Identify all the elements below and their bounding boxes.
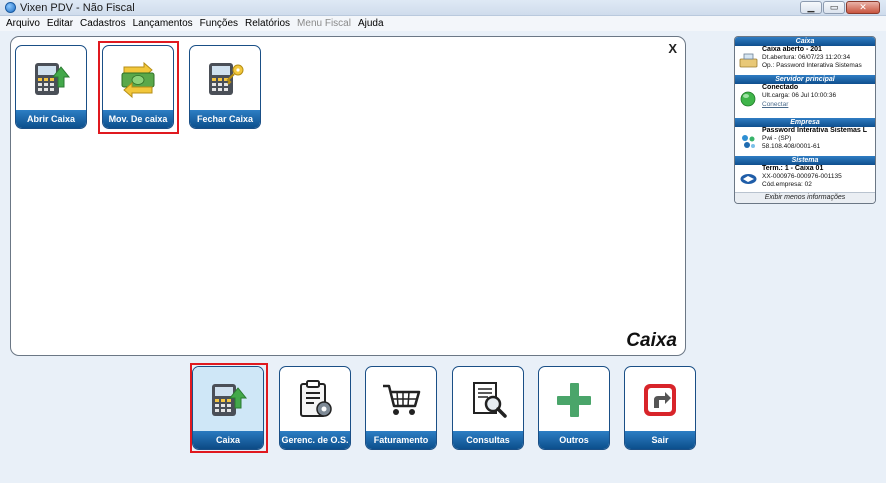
title-bar: Vixen PDV - Não Fiscal ▁ ▭ ✕ [0,0,886,16]
terminal-info: Term.: 1 - Caixa 01 [762,165,824,172]
menu-arquivo[interactable]: Arquivo [6,18,40,29]
tile-label: Consultas [453,431,523,449]
menu-relatorios[interactable]: Relatórios [245,18,290,29]
menu-cadastros[interactable]: Cadastros [80,18,126,29]
section-header-empresa: Empresa [735,118,875,127]
tile-label: Fechar Caixa [190,110,260,128]
tile-label: Abrir Caixa [16,110,86,128]
window-controls: ▁ ▭ ✕ [800,1,880,14]
tile-consultas[interactable]: Consultas [452,366,524,450]
company-logo-icon [742,135,755,148]
menu-funcoes[interactable]: Funções [200,18,238,29]
cash-register-icon [739,53,758,68]
panel-close-icon[interactable]: X [668,41,677,56]
menu-menu-fiscal: Menu Fiscal [297,18,351,29]
tile-label: Sair [625,431,695,449]
company-name: Password Interativa Sistemas L [762,127,868,134]
section-header-servidor: Servidor principal [735,75,875,84]
menu-ajuda[interactable]: Ajuda [358,18,384,29]
server-status: Conectado [762,84,799,91]
section-sistema: Term.: 1 - Caixa 01 XX-000976-000976-001… [735,165,875,192]
tile-label: Outros [539,431,609,449]
terminal-serial: XX-000976-000976-001135 [762,173,842,180]
toggle-info-link[interactable]: Exibir menos informações [735,192,875,203]
maximize-button[interactable]: ▭ [823,1,845,14]
exit-icon [625,367,695,433]
pos-terminal-key-icon [190,46,260,112]
server-last-load: Últ.carga: 06 Jul 10:00:36 [762,92,837,99]
caixa-status: Caixa aberto - 201 [762,46,822,53]
tile-outros[interactable]: Outros [538,366,610,450]
caixa-operator: Op.: Password Interativa Sistemas [762,62,862,69]
clipboard-gear-icon [280,367,350,433]
close-button[interactable]: ✕ [846,1,880,14]
tile-fechar-caixa[interactable]: Fechar Caixa [189,45,261,129]
selection-highlight [190,363,268,453]
menu-bar: Arquivo Editar Cadastros Lançamentos Fun… [0,16,886,31]
document-search-icon [453,367,523,433]
shopping-cart-icon [366,367,436,433]
tile-gerenc-os[interactable]: Gerenc. de O.S. [279,366,351,450]
tile-abrir-caixa[interactable]: Abrir Caixa [15,45,87,129]
company-code: Cód.empresa: 02 [762,181,812,188]
menu-editar[interactable]: Editar [47,18,73,29]
tile-sair[interactable]: Sair [624,366,696,450]
menu-lancamentos[interactable]: Lançamentos [133,18,193,29]
selection-highlight [98,41,179,134]
status-online-icon [740,91,756,107]
section-caixa: Caixa aberto - 201 Dt.abertura: 06/07/23… [735,46,875,75]
panel-title: Caixa [626,330,677,351]
window-title: Vixen PDV - Não Fiscal [20,2,135,14]
connect-link[interactable]: Conectar [762,100,875,109]
company-location: Pwi - (SP) [762,135,792,142]
tile-faturamento[interactable]: Faturamento [365,366,437,450]
company-cnpj: 58.108.408/0001-61 [762,143,821,150]
info-panel: Caixa Caixa aberto - 201 Dt.abertura: 06… [734,36,876,204]
tile-label: Faturamento [366,431,436,449]
section-empresa: Password Interativa Sistemas L Pwi - (SP… [735,127,875,156]
vixen-logo-icon [740,174,757,184]
tile-label: Gerenc. de O.S. [280,431,350,449]
plus-icon [539,367,609,433]
pos-terminal-up-arrow-icon [16,46,86,112]
section-header-caixa: Caixa [735,37,875,46]
minimize-button[interactable]: ▁ [800,1,822,14]
caixa-opening-date: Dt.abertura: 06/07/23 11:20:34 [762,54,851,61]
app-icon [5,2,16,13]
section-servidor: Conectado Últ.carga: 06 Jul 10:00:36 Con… [735,84,875,118]
section-header-sistema: Sistema [735,156,875,165]
caixa-panel: X Abrir Caixa Mov. De caixa Fechar Caixa… [10,36,686,356]
